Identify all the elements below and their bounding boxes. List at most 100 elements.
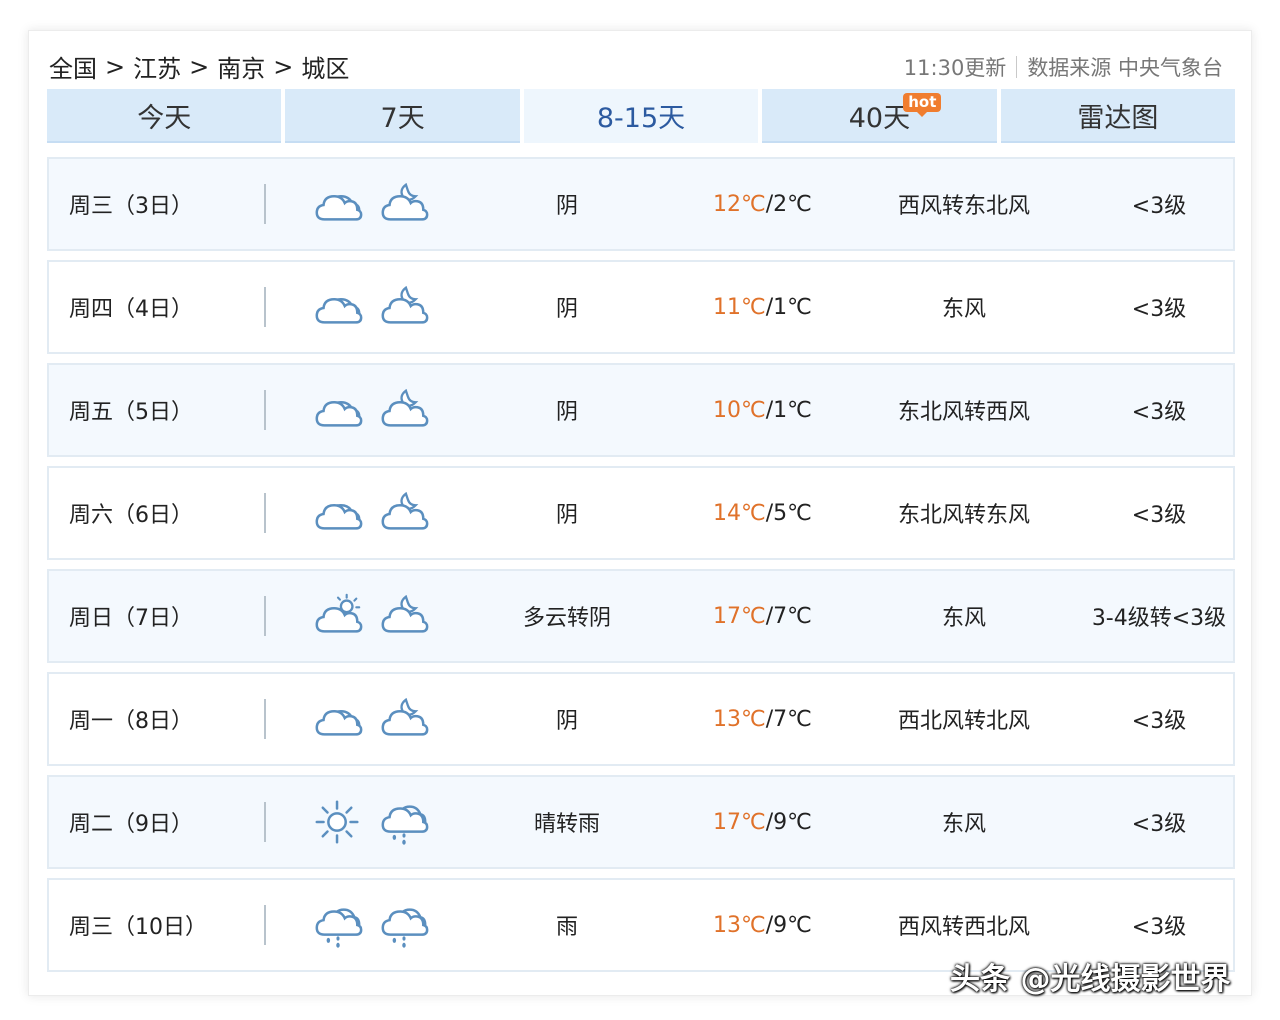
temp-slash: / — [765, 603, 774, 629]
source-label: 数据来源 中央气象台 — [1027, 56, 1223, 80]
day-label: 周六（6日） — [69, 503, 193, 528]
weather-icons — [311, 262, 431, 352]
divider — [264, 493, 266, 533]
temperature: 10℃/1℃ — [713, 365, 812, 455]
tab-label: 今天 — [137, 102, 192, 134]
wind-direction: 东北风转东风 — [897, 503, 1030, 528]
forecast-row: 周四（4日） 阴 11℃/1℃ 东风 <3级 — [47, 260, 1235, 354]
divider — [264, 390, 266, 430]
temperature: 14℃/5℃ — [713, 468, 812, 558]
day-label: 周三（10日） — [69, 915, 207, 940]
temp-high: 17℃ — [713, 809, 766, 835]
day-label: 周二（9日） — [69, 812, 193, 837]
tab-radar[interactable]: 雷达图 — [1000, 89, 1236, 143]
temp-slash: / — [765, 191, 774, 217]
wind-level: <3级 — [1131, 709, 1187, 734]
breadcrumb: 全国 > 江苏 > 南京 > 城区 — [49, 49, 349, 84]
breadcrumb-item-province[interactable]: 江苏 — [133, 49, 181, 84]
day-label: 周日（7日） — [69, 606, 193, 631]
tab-7-days[interactable]: 7天 — [285, 89, 520, 143]
temp-low: 2℃ — [773, 191, 812, 217]
tab-40-days[interactable]: 40天 hot — [762, 89, 997, 143]
separator-bar — [1016, 56, 1018, 78]
day-label: 周四（4日） — [69, 297, 193, 322]
forecast-row: 周六（6日） 阴 14℃/5℃ 东北风转东风 <3级 — [47, 466, 1235, 560]
condition-text: 阴 — [555, 503, 578, 528]
hot-badge: hot — [903, 93, 942, 117]
temp-high: 14℃ — [713, 500, 766, 526]
wind-level: <3级 — [1131, 812, 1187, 837]
condition-text: 多云转阴 — [522, 606, 611, 631]
forecast-list: 周三（3日） 阴 12℃/2℃ 西风转东北风 <3级 周四（4日） 阴 11℃ /… — [47, 157, 1235, 981]
condition-text: 晴转雨 — [533, 812, 600, 837]
forecast-row: 周三（3日） 阴 12℃/2℃ 西风转东北风 <3级 — [47, 157, 1235, 251]
forecast-row: 周二（9日） 晴转雨 17℃/9℃ 东风 <3级 — [47, 775, 1235, 869]
temp-slash: / — [765, 397, 774, 423]
cloud-sun-icon — [315, 593, 363, 633]
temperature: 12℃/2℃ — [713, 159, 812, 249]
update-time: 11:30更新 — [903, 56, 1007, 80]
temp-slash: / — [765, 294, 774, 320]
temp-low: 1℃ — [773, 397, 812, 423]
weather-icons — [311, 468, 431, 558]
temp-high: 13℃ — [713, 706, 766, 732]
watermark: 头条 @光线摄影世界 — [950, 962, 1231, 997]
breadcrumb-item-city[interactable]: 南京 — [217, 49, 265, 84]
temp-high: 12℃ — [713, 191, 766, 217]
cloud-moon-icon — [381, 285, 429, 324]
weather-icons — [311, 365, 431, 455]
tab-today[interactable]: 今天 — [47, 89, 282, 143]
breadcrumb-item-country[interactable]: 全国 — [49, 49, 97, 84]
cloud-icon — [315, 401, 363, 427]
top-bar: 全国 > 江苏 > 南京 > 城区 11:30更新 数据来源 中央气象台 — [49, 49, 1223, 84]
temp-high: 13℃ — [713, 912, 766, 938]
temp-low: 1℃ — [773, 294, 812, 320]
temperature: 13℃/9℃ — [713, 880, 812, 970]
wind-direction: 东风 — [941, 812, 986, 837]
temp-slash: / — [765, 500, 774, 526]
wind-direction: 西北风转北风 — [897, 709, 1030, 734]
weather-icons — [311, 880, 431, 970]
divider — [264, 905, 266, 945]
forecast-panel: 全国 > 江苏 > 南京 > 城区 11:30更新 数据来源 中央气象台 今天 … — [28, 30, 1252, 996]
temp-low: 7℃ — [773, 706, 812, 732]
temp-slash: / — [765, 912, 774, 938]
cloud-icon — [315, 195, 363, 221]
divider — [264, 802, 266, 842]
divider — [264, 287, 266, 327]
wind-level: <3级 — [1131, 400, 1187, 425]
tab-8-15-days[interactable]: 8-15天 — [523, 89, 759, 143]
divider — [264, 184, 266, 224]
breadcrumb-item-district: 城区 — [301, 55, 350, 83]
data-source: 11:30更新 数据来源 中央气象台 — [904, 52, 1223, 82]
sun-icon — [315, 800, 359, 844]
wind-direction: 东北风转西风 — [897, 400, 1030, 425]
breadcrumb-separator: > — [105, 52, 126, 81]
cloud-moon-icon — [381, 388, 429, 427]
temp-high: 11℃ — [713, 294, 766, 320]
temp-slash: / — [765, 809, 774, 835]
wind-level: 3-4级转<3级 — [1091, 606, 1227, 631]
divider — [264, 596, 266, 636]
divider — [264, 699, 266, 739]
forecast-row: 周五（5日） 阴 10℃/1℃ 东北风转西风 <3级 — [47, 363, 1235, 457]
temp-high: 17℃ — [713, 603, 766, 629]
temp-low: 9℃ — [773, 912, 812, 938]
temperature: 13℃/7℃ — [713, 674, 812, 764]
cloud-moon-icon — [381, 491, 429, 530]
condition-text: 阴 — [555, 297, 578, 322]
breadcrumb-separator: > — [273, 52, 294, 81]
condition-text: 阴 — [555, 400, 578, 425]
day-label: 周一（8日） — [69, 709, 193, 734]
temp-low: 9℃ — [773, 809, 812, 835]
wind-direction: 东风 — [941, 297, 986, 322]
weather-icons — [311, 674, 431, 764]
temp-high: 10℃ — [713, 397, 766, 423]
cloud-icon — [315, 710, 363, 736]
cloud-icon — [315, 504, 363, 530]
forecast-row: 周日（7日） 多云转阴 17℃/7℃ 东风 3-4级转<3级 — [47, 569, 1235, 663]
cloud-moon-icon — [381, 594, 429, 633]
rain-cloud-icon — [381, 805, 429, 845]
temp-low: 5℃ — [773, 500, 812, 526]
day-label: 周三（3日） — [69, 194, 193, 219]
